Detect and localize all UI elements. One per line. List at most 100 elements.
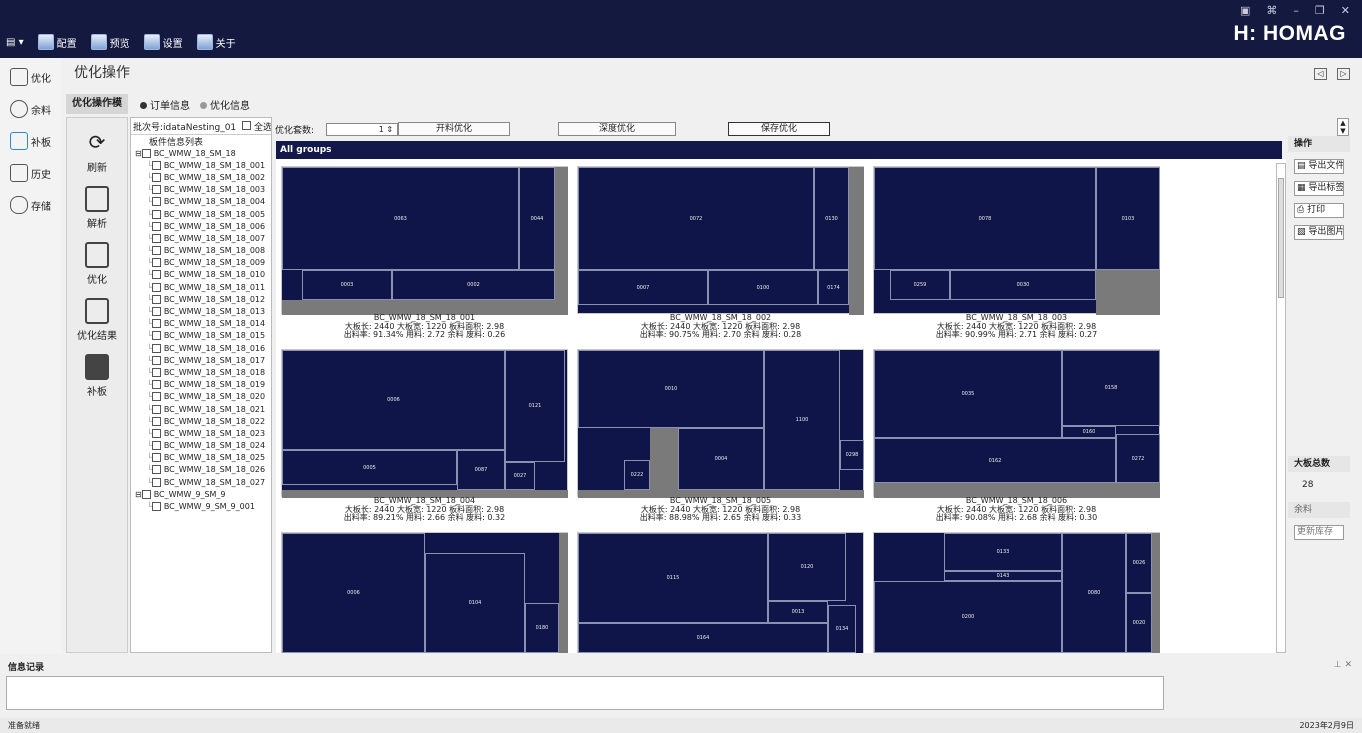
tree-item[interactable]: └ BC_WMW_18_SM_18_027 bbox=[131, 476, 271, 488]
checkbox[interactable] bbox=[151, 502, 161, 512]
tree-item[interactable]: └ BC_WMW_18_SM_18_026 bbox=[131, 464, 271, 476]
tree-item[interactable]: └ BC_WMW_18_SM_18_014 bbox=[131, 318, 271, 330]
tree-item[interactable]: └ BC_WMW_18_SM_18_005 bbox=[131, 208, 271, 220]
checkbox[interactable] bbox=[151, 380, 161, 390]
nav-optimize[interactable]: 优化 bbox=[0, 61, 62, 93]
tree-item[interactable]: └ BC_WMW_18_SM_18_012 bbox=[131, 293, 271, 305]
scroll-thumb[interactable] bbox=[1278, 178, 1284, 298]
tab-optimize-info[interactable]: 优化信息 bbox=[200, 97, 250, 112]
tree-item[interactable]: └ BC_WMW_18_SM_18_001 bbox=[131, 159, 271, 171]
expand-icon[interactable]: ⊟ bbox=[135, 490, 142, 499]
tree-item[interactable]: └ BC_WMW_18_SM_18_009 bbox=[131, 257, 271, 269]
checkbox[interactable] bbox=[151, 270, 161, 280]
info-log[interactable] bbox=[6, 676, 1164, 710]
tree-item[interactable]: └ BC_WMW_18_SM_18_010 bbox=[131, 269, 271, 281]
checkbox[interactable] bbox=[141, 489, 151, 499]
tree-item[interactable]: └ BC_WMW_18_SM_18_011 bbox=[131, 281, 271, 293]
select-all-checkbox[interactable]: 全选 bbox=[242, 120, 271, 133]
scroll-arrows[interactable]: ▲ ▼ bbox=[1337, 118, 1349, 136]
menu-about[interactable]: 关于 bbox=[196, 34, 236, 50]
collapse-right-icon[interactable]: ▷ bbox=[1337, 68, 1350, 80]
sheet-9[interactable]: 0133 0143 0026 0020 0080 0200 bbox=[873, 532, 1160, 653]
menu-config[interactable]: 配置 bbox=[37, 34, 77, 50]
close-icon[interactable]: ✕ bbox=[1341, 4, 1350, 17]
tree-item[interactable]: └ BC_WMW_18_SM_18_022 bbox=[131, 415, 271, 427]
checkbox[interactable] bbox=[151, 172, 161, 182]
update-stock-button[interactable]: 更新库存 bbox=[1294, 525, 1344, 540]
export-image-button[interactable]: ▧ 导出图片 bbox=[1294, 225, 1344, 240]
checkbox[interactable] bbox=[151, 233, 161, 243]
tab-order-info[interactable]: 订单信息 bbox=[140, 97, 190, 112]
sheet-7[interactable]: 0006 0104 0180 bbox=[281, 532, 568, 653]
tree-item[interactable]: └ BC_WMW_18_SM_18_025 bbox=[131, 452, 271, 464]
checkbox[interactable] bbox=[141, 148, 151, 158]
maximize-icon[interactable]: ❐ bbox=[1315, 4, 1325, 17]
checkbox[interactable] bbox=[151, 331, 161, 341]
parse-button[interactable]: 解析 bbox=[67, 186, 127, 230]
print-button[interactable]: ⎙ 打印 bbox=[1294, 203, 1344, 218]
checkbox[interactable] bbox=[151, 367, 161, 377]
nav-history[interactable]: 历史 bbox=[0, 157, 62, 189]
export-file-button[interactable]: ▤ 导出文件 bbox=[1294, 159, 1344, 174]
checkbox[interactable] bbox=[151, 258, 161, 268]
collapse-left-icon[interactable]: ◁ bbox=[1314, 68, 1327, 80]
tree-item[interactable]: └ BC_WMW_9_SM_9_001 bbox=[131, 500, 271, 512]
checkbox[interactable] bbox=[151, 209, 161, 219]
checkbox[interactable] bbox=[151, 477, 161, 487]
nav-supplement[interactable]: 补板 bbox=[0, 125, 62, 157]
menu-settings[interactable]: 设置 bbox=[143, 34, 183, 50]
checkbox[interactable] bbox=[151, 282, 161, 292]
menu-preview[interactable]: 预览 bbox=[90, 34, 130, 50]
pin-close-icon[interactable]: ⊥ ✕ bbox=[1334, 660, 1352, 670]
refresh-button[interactable]: ⟳ 刷新 bbox=[67, 130, 127, 174]
checkbox[interactable] bbox=[151, 404, 161, 414]
expand-icon[interactable]: ⊟ bbox=[135, 149, 142, 158]
checkbox[interactable] bbox=[151, 441, 161, 451]
tree-item[interactable]: └ BC_WMW_18_SM_18_020 bbox=[131, 391, 271, 403]
export-label-button[interactable]: ▦ 导出标签 bbox=[1294, 181, 1344, 196]
tree-item[interactable]: └ BC_WMW_18_SM_18_017 bbox=[131, 354, 271, 366]
tree-item[interactable]: └ BC_WMW_18_SM_18_003 bbox=[131, 184, 271, 196]
tree-item[interactable]: └ BC_WMW_18_SM_18_002 bbox=[131, 171, 271, 183]
sets-spinner[interactable]: 1 ⇕ bbox=[326, 122, 399, 136]
sheet-3[interactable]: 0078 0103 0259 0030 bbox=[873, 166, 1160, 315]
sheet-4[interactable]: 0006 0121 0005 0027 0087 bbox=[281, 349, 568, 498]
result-button[interactable]: 优化结果 bbox=[67, 298, 127, 342]
sheet-5[interactable]: 0010 1100 0004 0298 0222 bbox=[577, 349, 864, 498]
checkbox[interactable] bbox=[151, 294, 161, 304]
nav-storage[interactable]: 存储 bbox=[0, 189, 62, 221]
checkbox[interactable] bbox=[151, 453, 161, 463]
sheet-1[interactable]: 0063 0044 0003 0002 bbox=[281, 166, 568, 315]
checkbox[interactable] bbox=[151, 416, 161, 426]
canvas-scrollbar[interactable] bbox=[1276, 163, 1286, 653]
checkbox[interactable] bbox=[151, 319, 161, 329]
tree-item[interactable]: └ BC_WMW_18_SM_18_004 bbox=[131, 196, 271, 208]
sheet-6[interactable]: 0035 0158 0162 0272 0160 bbox=[873, 349, 1160, 498]
checkbox[interactable] bbox=[151, 221, 161, 231]
restore-ribbon-icon[interactable]: ⌘ bbox=[1266, 4, 1277, 17]
tree-item[interactable]: └ BC_WMW_18_SM_18_007 bbox=[131, 232, 271, 244]
optimize-button[interactable]: 优化 bbox=[67, 242, 127, 286]
tree-item[interactable]: └ BC_WMW_18_SM_18_018 bbox=[131, 366, 271, 378]
tree-root[interactable]: ⊟ BC_WMW_9_SM_9 bbox=[131, 488, 271, 500]
sheet-2[interactable]: 0072 0130 0007 0100 0174 bbox=[577, 166, 864, 315]
checkbox[interactable] bbox=[151, 307, 161, 317]
tree-item[interactable]: └ BC_WMW_18_SM_18_008 bbox=[131, 245, 271, 257]
open-optimize-button[interactable]: 开料优化 bbox=[398, 122, 510, 136]
tree-item[interactable]: └ BC_WMW_18_SM_18_013 bbox=[131, 305, 271, 317]
checkbox[interactable] bbox=[151, 246, 161, 256]
checkbox[interactable] bbox=[151, 392, 161, 402]
ribbon-icon[interactable]: ▣ bbox=[1240, 4, 1250, 17]
tree-root[interactable]: ⊟ BC_WMW_18_SM_18 bbox=[131, 147, 271, 159]
minimize-icon[interactable]: – bbox=[1293, 4, 1299, 17]
tree-item[interactable]: └ BC_WMW_18_SM_18_015 bbox=[131, 330, 271, 342]
checkbox[interactable] bbox=[151, 465, 161, 475]
checkbox[interactable] bbox=[151, 185, 161, 195]
tree-item[interactable]: └ BC_WMW_18_SM_18_021 bbox=[131, 403, 271, 415]
nav-remnant[interactable]: 余料 bbox=[0, 93, 62, 125]
tool-tab[interactable]: 优化操作模 bbox=[66, 94, 128, 114]
checkbox[interactable] bbox=[151, 355, 161, 365]
checkbox[interactable] bbox=[151, 428, 161, 438]
tree-item[interactable]: └ BC_WMW_18_SM_18_023 bbox=[131, 427, 271, 439]
tree-item[interactable]: └ BC_WMW_18_SM_18_024 bbox=[131, 440, 271, 452]
